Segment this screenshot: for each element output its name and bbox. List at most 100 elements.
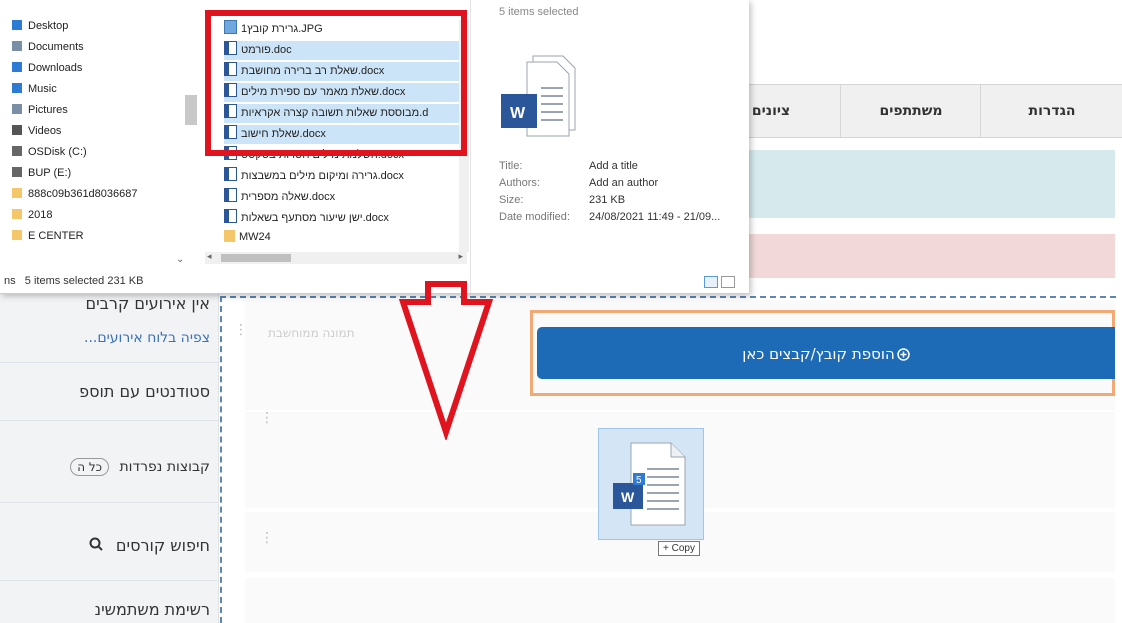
nav-item[interactable]: Desktop <box>12 20 68 40</box>
date-modified-label: Date modified: <box>499 211 570 223</box>
nav-item[interactable]: 888c09b361d8036687 <box>12 188 138 208</box>
hscroll-thumb[interactable] <box>221 254 291 262</box>
drive-icon <box>12 146 22 156</box>
large-icons-view-icon[interactable] <box>721 276 735 288</box>
nav-item[interactable]: E CENTER <box>12 230 84 250</box>
authors-label: Authors: <box>499 177 540 189</box>
dragged-files-ghost: W 5 <box>598 428 704 540</box>
nav-item-label: Desktop <box>28 20 69 32</box>
drag-handle-icon[interactable]: ⋮ <box>260 530 274 546</box>
downloads-icon <box>12 62 22 72</box>
faded-activity-label: תמונה ממוחשבת <box>268 326 355 340</box>
tab-participants[interactable]: משתתפים <box>840 85 981 137</box>
desktop-icon <box>12 20 22 30</box>
no-upcoming-events: אין אירועים קרבים <box>85 294 210 313</box>
folder-icon <box>12 209 22 219</box>
view-calendar-link[interactable]: צפיה בלוח אירועים... <box>10 330 210 346</box>
file-count-badge: 5 <box>636 475 642 486</box>
drag-direction-arrow-icon <box>398 281 494 440</box>
add-circle-icon <box>897 330 910 382</box>
file-name: MW24 <box>239 231 271 243</box>
file-item[interactable]: שאלה מספרית.docx <box>224 188 466 207</box>
dropzone-border-left <box>220 296 222 623</box>
separate-groups-row: קבוצות נפרדות כל ה <box>10 458 210 476</box>
scroll-left-icon[interactable]: ◂ <box>207 251 212 262</box>
preview-pane: 5 items selected W Title: Add a title Au… <box>470 0 749 293</box>
nav-item-label: OSDisk (C:) <box>28 146 87 158</box>
user-list-title: רשימת משתמשינ <box>94 600 210 619</box>
file-explorer-window: Desktop Documents Downloads Music Pictures Vi… <box>0 0 749 294</box>
folder-icon <box>224 230 235 242</box>
nav-item-label: 2018 <box>28 209 53 221</box>
file-name: גרירה ומיקום מילים במשבצות.docx <box>241 170 404 182</box>
nav-item[interactable]: OSDisk (C:) <box>12 146 87 166</box>
separate-groups-label: קבוצות נפרדות <box>119 459 210 475</box>
section-row <box>245 578 1115 623</box>
groups-select[interactable]: כל ה <box>70 458 110 476</box>
nav-item-label: Documents <box>28 41 84 53</box>
svg-text:W: W <box>621 489 635 505</box>
navigation-scrollbar[interactable] <box>185 95 197 125</box>
file-name: שאלה מספרית.docx <box>241 191 336 203</box>
word-doc-icon <box>224 209 237 223</box>
search-icon <box>89 536 103 555</box>
nav-item[interactable]: Pictures <box>12 104 68 124</box>
nav-item-label: Pictures <box>28 104 68 116</box>
nav-item[interactable]: Downloads <box>12 62 82 82</box>
nav-item[interactable]: Videos <box>12 125 61 145</box>
file-name: ישן שיעור מסתעף בשאלות.docx <box>241 212 389 224</box>
svg-text:W: W <box>510 105 526 122</box>
selection-status: 5 items selected 231 KB <box>24 275 144 287</box>
sidebar-divider <box>0 502 218 503</box>
status-bar: ns 5 items selected 231 KB <box>4 275 143 287</box>
file-item[interactable]: ישן שיעור מסתעף בשאלות.docx <box>224 209 466 228</box>
drag-handle-icon[interactable]: ⋮ <box>234 322 248 338</box>
status-prefix: ns <box>4 275 16 287</box>
tab-settings[interactable]: הגדרות <box>980 85 1122 137</box>
size-value: 231 KB <box>589 194 626 206</box>
nav-item-label: BUP (E:) <box>28 167 72 179</box>
folder-icon <box>12 230 22 240</box>
selection-highlight-box <box>205 10 467 156</box>
word-doc-icon <box>224 167 237 181</box>
details-view-icon[interactable] <box>704 276 718 288</box>
authors-value[interactable]: Add an author <box>589 177 658 189</box>
word-file-icon: W 5 <box>613 442 686 526</box>
date-modified-value: 24/08/2021 11:49 - 21/09... <box>589 211 721 223</box>
nav-item-label: E CENTER <box>28 230 84 242</box>
copy-tooltip: + Copy <box>658 541 700 556</box>
scroll-right-icon[interactable]: ▸ <box>458 251 463 262</box>
pictures-icon <box>12 104 22 114</box>
chevron-down-icon[interactable]: ⌄ <box>176 254 184 265</box>
drag-handle-icon[interactable]: ⋮ <box>260 410 274 426</box>
drive-icon <box>12 167 22 177</box>
documents-icon <box>12 41 22 51</box>
word-stack-icon: W <box>501 55 576 137</box>
students-block-title: סטודנטים עם תוספ <box>79 382 210 401</box>
nav-item-label: Music <box>28 83 57 95</box>
add-files-button[interactable]: הוספת קובץ/קבצים כאן <box>537 327 1115 379</box>
add-files-label: הוספת קובץ/קבצים כאן <box>742 345 895 363</box>
file-item[interactable]: גרירה ומיקום מילים במשבצות.docx <box>224 167 466 186</box>
nav-item[interactable]: BUP (E:) <box>12 167 71 187</box>
course-search-row[interactable]: חיפוש קורסים <box>10 536 210 555</box>
word-doc-icon <box>224 188 237 202</box>
dropzone-border-top <box>220 296 1116 298</box>
title-value[interactable]: Add a title <box>589 160 638 172</box>
file-list-hscroll[interactable]: ◂ ▸ <box>205 251 467 264</box>
sidebar-divider <box>0 362 218 363</box>
preview-header: 5 items selected <box>499 6 579 18</box>
nav-item[interactable]: Music <box>12 83 57 103</box>
course-search-label: חיפוש קורסים <box>115 536 210 555</box>
music-icon <box>12 83 22 93</box>
title-label: Title: <box>499 160 523 172</box>
nav-item[interactable]: Documents <box>12 41 84 61</box>
nav-item-label: Videos <box>28 125 62 137</box>
course-tabs: הגדרות משתתפים ציונים <box>700 84 1122 138</box>
file-item[interactable]: MW24 <box>224 230 466 249</box>
videos-icon <box>12 125 22 135</box>
nav-item-label: 888c09b361d8036687 <box>28 188 138 200</box>
sidebar-divider <box>0 580 218 581</box>
nav-item-label: Downloads <box>28 62 83 74</box>
nav-item[interactable]: 2018 <box>12 209 52 229</box>
